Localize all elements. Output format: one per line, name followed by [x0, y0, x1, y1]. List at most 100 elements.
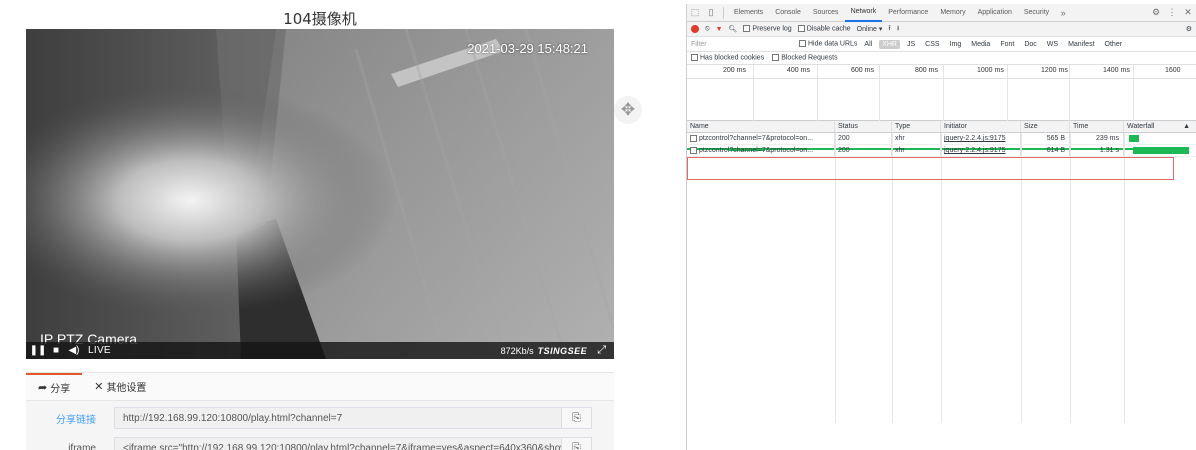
sort-up-icon: ▲	[1183, 123, 1190, 130]
col-status[interactable]: Status	[835, 121, 892, 132]
inspect-icon[interactable]: ⬚	[687, 7, 703, 18]
network-settings-icon[interactable]: ⚙	[1186, 25, 1192, 33]
annotation-highlight-box	[687, 157, 1174, 180]
hide-data-urls-checkbox[interactable]: Hide data URLs	[799, 40, 858, 48]
filter-type-other[interactable]: Other	[1102, 40, 1126, 49]
search-icon[interactable]: 🔍︎	[729, 25, 738, 33]
tab-elements[interactable]: Elements	[728, 4, 769, 22]
move-icon[interactable]: ✥	[614, 96, 642, 124]
request-table-header: Name Status Type Initiator Size Time Wat…	[687, 121, 1196, 133]
col-size[interactable]: Size	[1021, 121, 1070, 132]
col-waterfall[interactable]: Waterfall ▲	[1124, 121, 1196, 132]
blocked-requests-checkbox[interactable]: Blocked Requests	[772, 54, 838, 62]
pause-icon[interactable]: ❚❚	[30, 345, 47, 357]
export-icon[interactable]: ⭳	[897, 24, 899, 35]
request-initiator-cell: jquery-2.2.4.js:9175	[941, 145, 1021, 156]
tab-application[interactable]: Application	[972, 4, 1018, 22]
filter-type-media[interactable]: Media	[968, 40, 993, 49]
filter-type-xhr[interactable]: XHR	[879, 39, 900, 49]
clear-icon[interactable]: ⦸	[705, 25, 710, 33]
tab-network[interactable]: Network	[844, 4, 883, 22]
stop-icon[interactable]: ■	[50, 345, 62, 357]
volume-icon[interactable]: ◀)	[68, 345, 80, 357]
devtools-panel: ⬚ ▯ Elements Console Sources Network Per…	[686, 4, 1196, 450]
devtools-tab-bar: ⬚ ▯ Elements Console Sources Network Per…	[687, 4, 1196, 22]
tab-security[interactable]: Security	[1018, 4, 1055, 22]
record-icon[interactable]	[691, 25, 699, 33]
timeline-tick: 400 ms	[787, 67, 810, 74]
tab-share-label: 分享	[50, 384, 71, 395]
video-player[interactable]: 2021-03-29 15:48:21 IP PTZ Camera ❚❚ ■ ◀…	[26, 29, 614, 359]
filter-type-css[interactable]: CSS	[922, 40, 942, 49]
tab-other-settings-label: 其他设置	[106, 383, 147, 394]
col-waterfall-label: Waterfall	[1127, 123, 1155, 130]
close-icon[interactable]: ✕	[1180, 7, 1196, 18]
more-tabs-icon[interactable]: »	[1055, 8, 1071, 18]
tab-share[interactable]: ➦ 分享	[26, 372, 83, 401]
network-overview-timeline[interactable]: 200 ms 400 ms 600 ms 800 ms 1000 ms 1200…	[687, 65, 1196, 151]
col-initiator[interactable]: Initiator	[941, 121, 1021, 132]
hide-data-urls-label: Hide data URLs	[808, 40, 858, 48]
share-link-row: 分享链接 http://192.168.99.120:10800/play.ht…	[26, 407, 614, 429]
waterfall-cell	[1124, 133, 1196, 144]
timeline-tick: 800 ms	[915, 67, 938, 74]
grid-line	[753, 65, 754, 121]
request-initiator-cell: jquery-2.2.4.js:9175	[941, 133, 1021, 144]
filter-input[interactable]: Filter	[691, 41, 795, 48]
request-time: 1.31 s	[1070, 145, 1124, 156]
request-initiator-link[interactable]: jquery-2.2.4.js:9175	[944, 135, 1005, 142]
filter-type-font[interactable]: Font	[997, 40, 1017, 49]
disable-cache-checkbox[interactable]: Disable cache	[797, 25, 851, 33]
filter-type-js[interactable]: JS	[904, 40, 918, 49]
throttle-select[interactable]: Online ▾	[857, 25, 883, 33]
has-blocked-cookies-checkbox[interactable]: Has blocked cookies	[691, 54, 765, 62]
request-name-cell: ptzcontrol?channel=7&protocol=on...	[687, 133, 835, 144]
device-toggle-icon[interactable]: ▯	[703, 7, 719, 18]
col-time[interactable]: Time	[1070, 121, 1124, 132]
gear-icon[interactable]: ⚙	[1148, 7, 1164, 18]
filter-type-all[interactable]: All	[861, 40, 875, 49]
tab-sources[interactable]: Sources	[807, 4, 845, 22]
fullscreen-icon[interactable]: ⤢	[597, 344, 606, 357]
settings-icon: ✕	[94, 381, 104, 393]
filter-type-img[interactable]: Img	[947, 40, 965, 49]
filter-type-ws[interactable]: WS	[1044, 40, 1061, 49]
grid-line	[817, 65, 818, 121]
kebab-menu-icon[interactable]: ⋮	[1164, 7, 1180, 18]
filter-icon[interactable]: ▼	[716, 26, 723, 33]
page: 104摄像机 2021-03-29 15:48:21 IP PTZ Camera…	[0, 0, 1196, 450]
import-icon[interactable]: ⭱	[888, 24, 890, 35]
tab-memory[interactable]: Memory	[934, 4, 971, 22]
timeline-tick: 1000 ms	[977, 67, 1004, 74]
blocked-requests-label: Blocked Requests	[781, 54, 838, 62]
col-name[interactable]: Name	[687, 121, 835, 132]
request-initiator-link[interactable]: jquery-2.2.4.js:9175	[944, 147, 1005, 154]
request-type: xhr	[892, 133, 941, 144]
timeline-tick: 600 ms	[851, 67, 874, 74]
filter-type-doc[interactable]: Doc	[1021, 40, 1039, 49]
copy-icon[interactable]: ⎘	[562, 407, 592, 429]
camera-title: 104摄像机	[283, 10, 357, 28]
filter-type-manifest[interactable]: Manifest	[1065, 40, 1097, 49]
tab-other-settings[interactable]: ✕ 其他设置	[82, 373, 158, 401]
col-type[interactable]: Type	[892, 121, 941, 132]
grid-line	[1007, 65, 1008, 121]
waterfall-bar	[1129, 135, 1139, 142]
preserve-log-checkbox[interactable]: Preserve log	[743, 25, 792, 33]
request-size: 565 B	[1021, 133, 1070, 144]
grid-line	[1069, 65, 1070, 121]
share-icon: ➦	[38, 382, 48, 394]
bitrate-label: 872Kb/s	[500, 345, 534, 356]
tab-performance[interactable]: Performance	[882, 4, 934, 22]
live-label: LIVE	[88, 345, 111, 356]
has-blocked-cookies-label: Has blocked cookies	[700, 54, 765, 62]
video-timestamp: 2021-03-29 15:48:21	[467, 41, 588, 56]
network-toolbar: ⦸ ▼ 🔍︎ Preserve log Disable cache Online…	[687, 22, 1196, 37]
preserve-log-label: Preserve log	[752, 25, 792, 33]
tab-console[interactable]: Console	[769, 4, 807, 22]
timeline-tick: 1400 ms	[1103, 67, 1130, 74]
share-link-field[interactable]: http://192.168.99.120:10800/play.html?ch…	[114, 407, 562, 429]
iframe-field[interactable]: <iframe src="http://192.168.99.120:10800…	[114, 437, 562, 450]
copy-icon[interactable]: ⎘	[562, 437, 592, 450]
iframe-label: iframe	[68, 442, 96, 450]
